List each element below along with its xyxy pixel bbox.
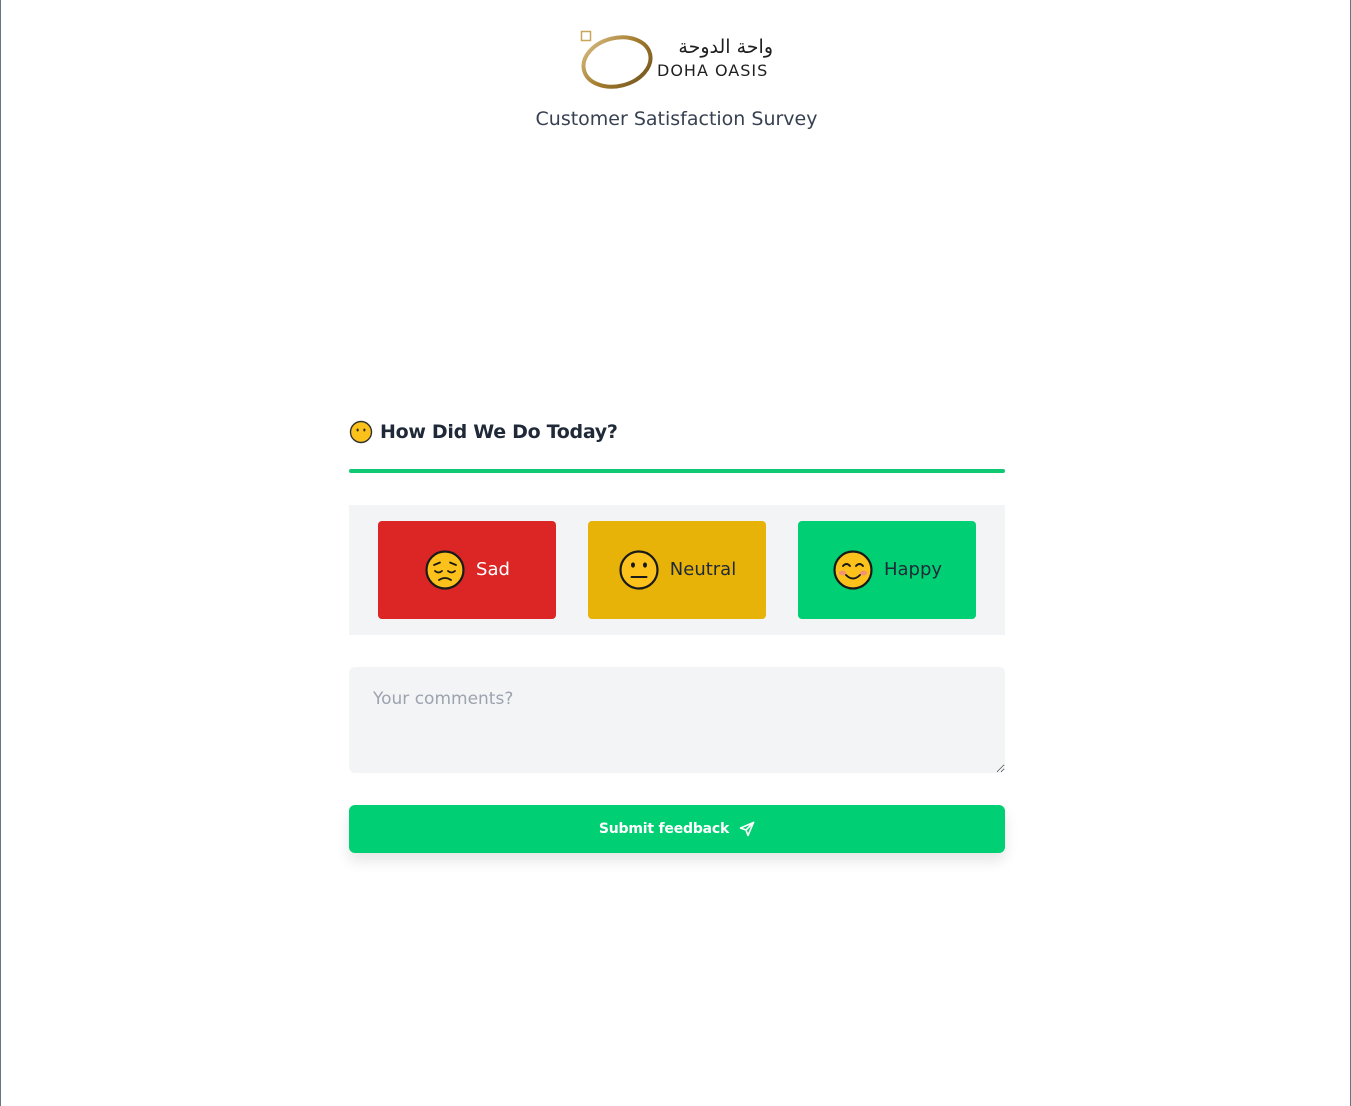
rating-happy-button[interactable]: Happy: [798, 521, 976, 619]
doha-oasis-logo: واحة الدوحة DOHA OASIS: [579, 28, 779, 92]
send-icon: [739, 821, 755, 837]
submit-feedback-button[interactable]: Submit feedback: [349, 805, 1005, 853]
question-divider: [349, 469, 1005, 473]
page-subtitle: Customer Satisfaction Survey: [535, 108, 818, 130]
question-header: How Did We Do Today?: [349, 412, 1005, 452]
survey-card: How Did We Do Today? Sad Neutral Happy Y…: [349, 412, 1005, 853]
rating-options: Sad Neutral Happy: [349, 505, 1005, 635]
submit-feedback-label: Submit feedback: [598, 821, 730, 837]
logo-english-text: DOHA OASIS: [657, 61, 769, 80]
comments-textarea[interactable]: [349, 667, 1005, 773]
neutral-face-icon: [619, 550, 659, 590]
rating-happy-label: Happy: [883, 559, 943, 580]
rating-neutral-label: Neutral: [669, 559, 737, 580]
smiling-face-icon: [833, 550, 873, 590]
rating-sad-label: Sad: [476, 559, 510, 580]
logo-arabic-text: واحة الدوحة: [678, 36, 773, 58]
rating-neutral-button[interactable]: Neutral: [588, 521, 766, 619]
pensive-face-icon: [425, 550, 465, 590]
question-title: How Did We Do Today?: [380, 421, 618, 443]
neutral-face-icon: [349, 420, 373, 444]
logo-ring-icon: [580, 30, 653, 89]
rating-sad-button[interactable]: Sad: [378, 521, 556, 619]
